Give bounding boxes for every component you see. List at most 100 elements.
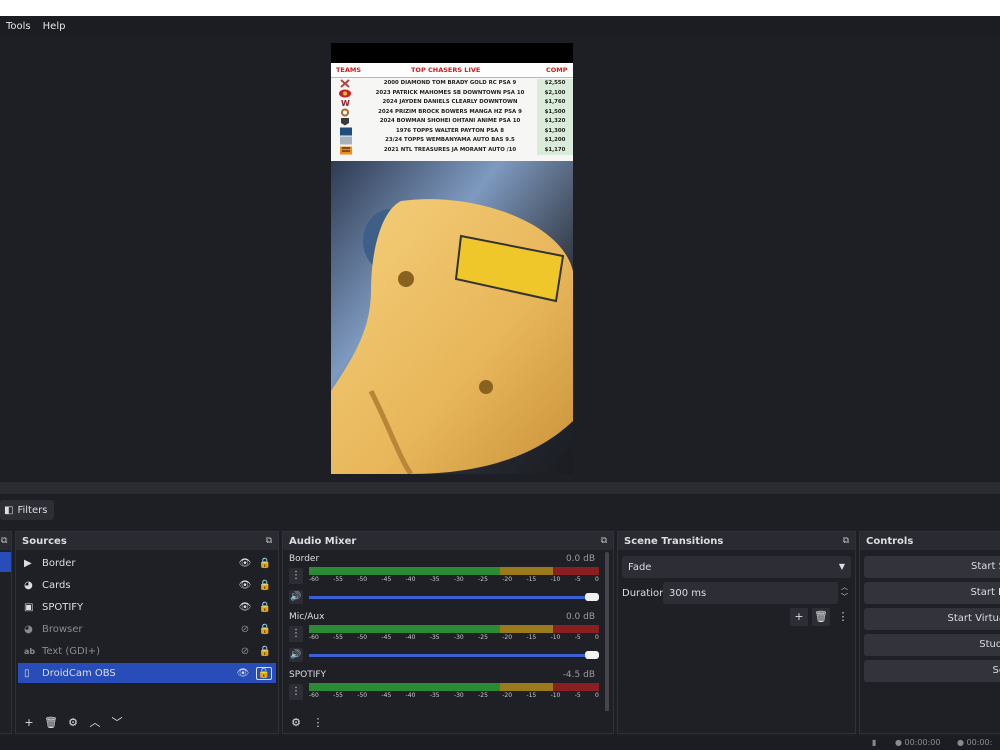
eye-icon[interactable]: 👁 bbox=[238, 558, 252, 569]
start-recording-button[interactable]: Start R bbox=[864, 582, 1000, 604]
card-price: $1,320 bbox=[537, 117, 573, 127]
meter-tick-label: -40 bbox=[405, 692, 416, 699]
add-transition-icon[interactable]: + bbox=[790, 608, 808, 626]
meter-tick-label: -60 bbox=[309, 634, 319, 641]
mixer-scrollbar[interactable] bbox=[605, 552, 609, 712]
transition-select[interactable]: Fade ▼ bbox=[622, 556, 851, 578]
start-virtual-camera-button[interactable]: Start Virtua bbox=[864, 608, 1000, 630]
signal-icon: ▮ bbox=[872, 738, 877, 747]
card-row: W 2024 JAYDEN DANIELS CLEARLY DOWNTOWN $… bbox=[331, 98, 573, 108]
source-item[interactable]: ◕ Browser ⊘ 🔒 bbox=[18, 619, 276, 639]
card-row: 2024 PRIZIM BROCK BOWERS MANGA HZ PSA 9 … bbox=[331, 107, 573, 117]
menu-help[interactable]: Help bbox=[37, 21, 72, 32]
volume-slider[interactable] bbox=[309, 651, 599, 659]
lock-icon[interactable]: 🔒 bbox=[258, 646, 272, 657]
speaker-icon[interactable]: 🔊 bbox=[289, 648, 303, 662]
float-dock-icon[interactable]: ⧉ bbox=[1, 536, 7, 546]
card-price: $1,500 bbox=[537, 107, 573, 117]
meter-tick-label: -5 bbox=[574, 692, 581, 699]
kebab-menu-icon[interactable]: ⋮ bbox=[289, 684, 303, 700]
sources-title: Sources bbox=[22, 535, 67, 547]
source-item[interactable]: ◕ Cards 👁 🔒 bbox=[18, 575, 276, 595]
float-dock-icon[interactable]: ⧉ bbox=[843, 536, 849, 546]
kebab-menu-icon[interactable]: ⋮ bbox=[307, 716, 329, 729]
preview-canvas[interactable]: TEAMS TOP CHASERS LIVE COMP 2000 DIAMOND… bbox=[331, 43, 573, 474]
float-dock-icon[interactable]: ⧉ bbox=[266, 536, 272, 546]
meter-ticks: -60 -55 -50 -45 -40 -35 -30 -25 -20 -15 -10 -5 0 bbox=[309, 576, 599, 584]
spin-down-icon[interactable]: ﹀ bbox=[838, 592, 851, 602]
duration-input[interactable]: 300 ms bbox=[663, 582, 838, 604]
chevron-down-icon[interactable]: ﹀ bbox=[106, 714, 128, 730]
kebab-menu-icon[interactable]: ⋮ bbox=[289, 568, 303, 584]
speaker-icon[interactable]: 🔊 bbox=[289, 590, 303, 604]
window-icon: ▣ bbox=[24, 601, 34, 613]
team-logo bbox=[335, 136, 355, 145]
mixer-title: Audio Mixer bbox=[289, 535, 357, 547]
menu-tools[interactable]: Tools bbox=[0, 21, 37, 32]
meter-tick-label: -30 bbox=[453, 576, 464, 583]
audio-mixer-dock: Audio Mixer ⧉ Border 0.0 dB ⋮ -60 -55 -50 -4… bbox=[282, 531, 614, 734]
source-item[interactable]: ▣ SPOTIFY 👁 🔒 bbox=[18, 597, 276, 617]
card-name: 2024 BOWMAN SHOHEI OHTANI ANIME PSA 10 bbox=[379, 118, 521, 124]
duration-spinner[interactable]: ︿ ﹀ bbox=[838, 582, 851, 604]
meter-tick-label: -55 bbox=[333, 634, 343, 641]
card-name: 23/24 TOPPS WEMBANYAMA AUTO BAS 9.5 bbox=[385, 137, 515, 143]
spin-up-icon[interactable]: ︿ bbox=[838, 582, 851, 592]
duration-label: Duration bbox=[622, 588, 666, 599]
source-item-selected[interactable]: ▯ DroidCam OBS 👁 🔒 bbox=[18, 663, 276, 683]
chevron-up-icon[interactable]: ︿ bbox=[84, 714, 106, 730]
teams-header: TEAMS bbox=[336, 66, 362, 74]
meter-tick-label: -60 bbox=[309, 692, 319, 699]
card-price: $2,100 bbox=[537, 88, 573, 98]
play-icon: ▶ bbox=[24, 557, 32, 569]
team-logo bbox=[335, 89, 355, 98]
eye-icon[interactable]: 👁 bbox=[236, 668, 250, 679]
meter-tick-label: -10 bbox=[550, 634, 561, 641]
meter-tick-label: -5 bbox=[574, 576, 581, 583]
meter-tick-label: -15 bbox=[526, 634, 537, 641]
card-row: 1976 TOPPS WALTER PAYTON PSA 8 $1,300 bbox=[331, 126, 573, 136]
kebab-menu-icon[interactable]: ⋮ bbox=[289, 626, 303, 642]
scene-item-selected[interactable] bbox=[0, 552, 11, 572]
meter-tick-label: -20 bbox=[502, 634, 513, 641]
text-icon: ab bbox=[24, 646, 36, 656]
settings-button[interactable]: Se bbox=[864, 660, 1000, 682]
lock-icon[interactable]: 🔒 bbox=[258, 624, 272, 635]
kebab-menu-icon[interactable]: ⋮ bbox=[834, 608, 852, 626]
filters-icon: ◧ bbox=[4, 504, 14, 516]
globe-icon: ◕ bbox=[24, 623, 33, 635]
lock-icon[interactable]: 🔒 bbox=[258, 602, 272, 613]
gear-icon[interactable]: ⚙ bbox=[62, 716, 84, 729]
source-item[interactable]: ab Text (GDI+) ⊘ 🔒 bbox=[18, 641, 276, 661]
filters-button[interactable]: ◧ Filters bbox=[0, 500, 54, 520]
meter-tick-label: -50 bbox=[357, 634, 368, 641]
scenes-dock: ⧉ bbox=[0, 531, 12, 734]
trash-icon[interactable]: 🗑 bbox=[812, 608, 830, 626]
eye-hidden-icon[interactable]: ⊘ bbox=[238, 646, 252, 657]
advanced-audio-gear-icon[interactable]: ⚙ bbox=[285, 716, 307, 729]
meter-tick-label: -25 bbox=[478, 634, 488, 641]
float-dock-icon[interactable]: ⧉ bbox=[601, 536, 607, 546]
lock-icon[interactable]: 🔒 bbox=[258, 580, 272, 591]
volume-meter bbox=[309, 567, 599, 575]
volume-slider[interactable] bbox=[309, 593, 599, 601]
trash-icon[interactable]: 🗑 bbox=[40, 716, 62, 729]
lock-icon[interactable]: 🔒 bbox=[256, 666, 272, 680]
controls-title: Controls bbox=[866, 535, 914, 547]
meter-tick-label: -45 bbox=[381, 576, 392, 583]
file-icon: ▯ bbox=[24, 667, 30, 679]
card-price: $1,200 bbox=[537, 136, 573, 146]
lock-icon[interactable]: 🔒 bbox=[258, 558, 272, 569]
eye-hidden-icon[interactable]: ⊘ bbox=[238, 624, 252, 635]
source-item[interactable]: ▶ Border 👁 🔒 bbox=[18, 553, 276, 573]
status-bar: ▮ ● 00:00:00 ● 00:00: bbox=[0, 736, 1000, 750]
chevron-down-icon: ▼ bbox=[838, 562, 845, 571]
add-icon[interactable]: + bbox=[18, 716, 40, 729]
card-row: 23/24 TOPPS WEMBANYAMA AUTO BAS 9.5 $1,2… bbox=[331, 136, 573, 146]
studio-mode-button[interactable]: Studi bbox=[864, 634, 1000, 656]
preview-dock-divider[interactable] bbox=[0, 482, 1000, 494]
volume-meter bbox=[309, 625, 599, 633]
start-streaming-button[interactable]: Start S bbox=[864, 556, 1000, 578]
eye-icon[interactable]: 👁 bbox=[238, 580, 252, 591]
eye-icon[interactable]: 👁 bbox=[238, 602, 252, 613]
